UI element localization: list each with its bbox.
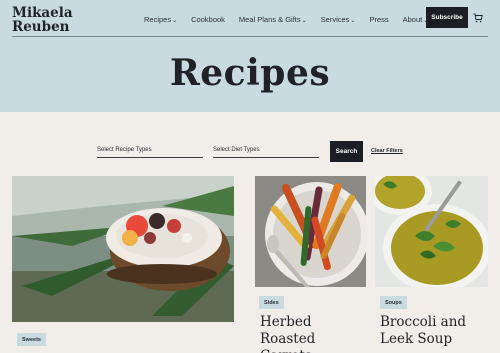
- nav-item-cookbook[interactable]: Cookbook: [191, 15, 225, 24]
- clear-filters-link[interactable]: Clear Filters: [371, 148, 403, 154]
- nav-item-press[interactable]: Press: [369, 15, 388, 24]
- recipe-image-roasted-carrots[interactable]: [255, 176, 366, 287]
- recipe-title-herbed-roasted-carrots[interactable]: Herbed Roasted Carrots: [260, 314, 370, 353]
- category-tag-sweets[interactable]: Sweets: [17, 333, 46, 346]
- chevron-down-icon: ⌄: [350, 17, 356, 24]
- search-button[interactable]: Search: [330, 141, 363, 162]
- nav-item-meal-plans[interactable]: Meal Plans & Gifts⌄: [239, 15, 307, 24]
- diet-types-select[interactable]: Select Diet Types: [213, 144, 319, 158]
- site-logo[interactable]: Mikaela Reuben: [12, 6, 73, 34]
- category-tag-soups[interactable]: Soups: [380, 296, 407, 309]
- logo-line-1: Mikaela: [12, 5, 73, 21]
- recipe-image-coconut-bowl[interactable]: [12, 176, 234, 322]
- page-title: Recipes: [169, 52, 331, 94]
- subscribe-button[interactable]: Subscribe: [426, 7, 468, 28]
- nav-item-about[interactable]: About⌄: [403, 15, 429, 24]
- main-nav: Recipes⌄ Cookbook Meal Plans & Gifts⌄ Se…: [144, 12, 442, 26]
- recipe-title-broccoli-leek-soup[interactable]: Broccoli and Leek Soup: [380, 314, 490, 348]
- category-tag-sides[interactable]: Sides: [259, 296, 284, 309]
- cart-icon[interactable]: [473, 13, 483, 23]
- header-divider: [12, 36, 488, 37]
- nav-item-recipes[interactable]: Recipes⌄: [144, 15, 177, 24]
- site-header: Mikaela Reuben Recipes⌄ Cookbook Meal Pl…: [0, 0, 500, 112]
- recipe-image-broccoli-soup[interactable]: [375, 176, 488, 287]
- recipe-types-select[interactable]: Select Recipe Types: [97, 144, 203, 158]
- chevron-down-icon: ⌄: [301, 17, 307, 24]
- chevron-down-icon: ⌄: [172, 17, 178, 24]
- nav-item-services[interactable]: Services⌄: [321, 15, 356, 24]
- logo-line-2: Reuben: [12, 19, 70, 35]
